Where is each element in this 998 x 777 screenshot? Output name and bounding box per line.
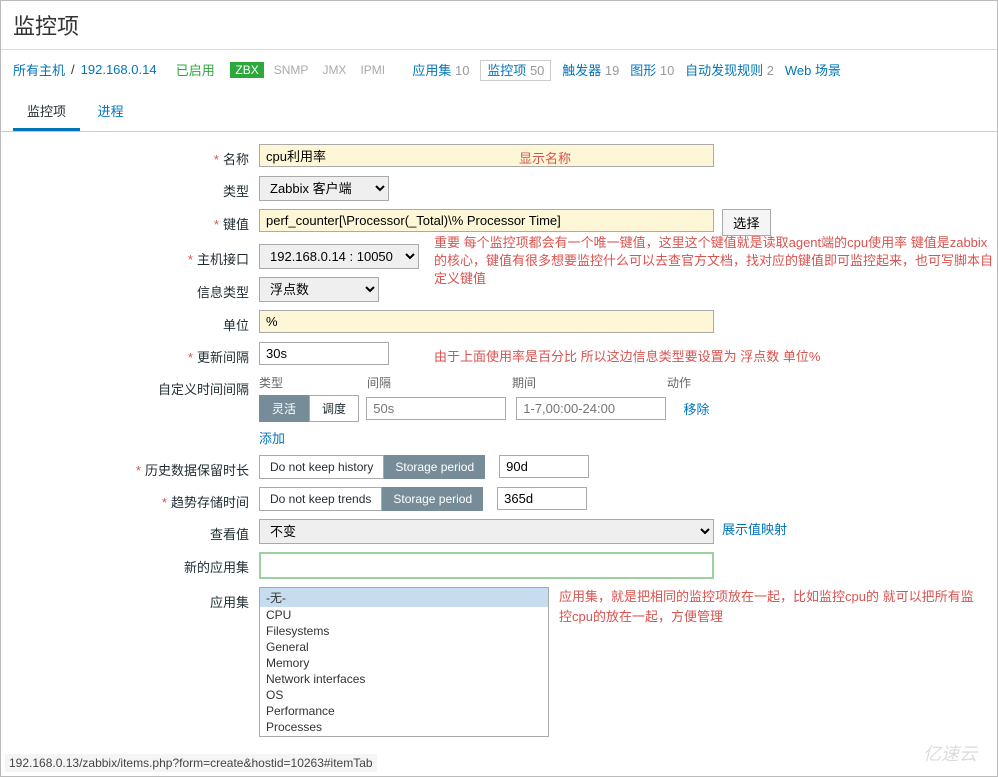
no-trends-button[interactable]: Do not keep trends (259, 487, 382, 511)
list-item[interactable]: Network interfaces (260, 671, 548, 687)
host-interface-select[interactable]: 192.168.0.14 : 10050 (259, 244, 419, 269)
trends-input[interactable] (497, 487, 587, 510)
units-input[interactable] (259, 310, 714, 333)
label-name: 名称 (223, 152, 249, 167)
label-info-type: 信息类型 (197, 285, 249, 300)
annotation-units: 由于上面使用率是百分比 所以这边信息类型要设置为 浮点数 单位% (434, 346, 820, 365)
tabs: 监控项 进程 (1, 93, 997, 132)
list-item[interactable]: -无- (260, 588, 548, 607)
ih-period: 期间 (512, 374, 667, 391)
interval-delay-input[interactable] (366, 397, 506, 420)
nav-triggers[interactable]: 触发器 19 (562, 63, 619, 78)
list-item[interactable]: General (260, 639, 548, 655)
label-key: 键值 (223, 217, 249, 232)
show-value-select[interactable]: 不变 (259, 519, 714, 544)
list-item[interactable]: Memory (260, 655, 548, 671)
list-item[interactable]: CPU (260, 607, 548, 623)
flex-button[interactable]: 灵活 (259, 395, 309, 422)
no-history-button[interactable]: Do not keep history (259, 455, 384, 479)
annotation-name: 显示名称 (519, 148, 571, 167)
select-button[interactable]: 选择 (722, 209, 771, 236)
history-input[interactable] (499, 455, 589, 478)
breadcrumb: 所有主机 / 192.168.0.14 已启用 ZBX SNMP JMX IPM… (1, 50, 997, 89)
ih-interval: 间隔 (367, 374, 512, 391)
watermark: 亿速云 (923, 740, 977, 766)
list-item[interactable]: OS (260, 687, 548, 703)
ih-action: 动作 (667, 374, 717, 391)
name-input[interactable] (259, 144, 714, 167)
nav-discovery[interactable]: 自动发现规则 2 (685, 63, 774, 78)
label-custom-intervals: 自定义时间间隔 (158, 382, 249, 397)
nav-web[interactable]: Web 场景 (785, 63, 841, 78)
storage-period-trends-button[interactable]: Storage period (382, 487, 483, 511)
label-host-interface: 主机接口 (197, 252, 249, 267)
label-new-app: 新的应用集 (184, 560, 249, 575)
label-trends: 趋势存储时间 (171, 495, 249, 510)
nav-graphs[interactable]: 图形 10 (630, 63, 674, 78)
remove-link[interactable]: 移除 (684, 399, 710, 418)
badge-ipmi: IPMI (356, 62, 389, 78)
info-type-select[interactable]: 浮点数 (259, 277, 379, 302)
interval-period-input[interactable] (516, 397, 666, 420)
list-item[interactable]: Performance (260, 703, 548, 719)
tab-process[interactable]: 进程 (84, 93, 138, 128)
apps-listbox[interactable]: -无-CPUFilesystemsGeneralMemoryNetwork in… (259, 587, 549, 737)
show-value-map-link[interactable]: 展示值映射 (722, 519, 787, 538)
badge-snmp: SNMP (270, 62, 313, 78)
type-select[interactable]: Zabbix 客户端 (259, 176, 389, 201)
label-apps: 应用集 (210, 595, 249, 610)
label-update-interval: 更新间隔 (197, 350, 249, 365)
update-interval-input[interactable] (259, 342, 389, 365)
ih-type: 类型 (259, 374, 367, 391)
breadcrumb-sep: / (71, 62, 75, 77)
add-link[interactable]: 添加 (259, 431, 285, 446)
breadcrumb-ip[interactable]: 192.168.0.14 (81, 62, 157, 77)
footer-url: 192.168.0.13/zabbix/items.php?form=creat… (5, 754, 377, 772)
label-show-value: 查看值 (210, 527, 249, 542)
list-item[interactable]: Security (260, 735, 548, 737)
badge-jmx: JMX (318, 62, 350, 78)
list-item[interactable]: Filesystems (260, 623, 548, 639)
storage-period-history-button[interactable]: Storage period (384, 455, 485, 479)
schedule-button[interactable]: 调度 (309, 395, 359, 422)
label-type: 类型 (223, 184, 249, 199)
nav-items[interactable]: 监控项 50 (480, 60, 551, 81)
list-item[interactable]: Processes (260, 719, 548, 735)
breadcrumb-all-hosts[interactable]: 所有主机 (13, 60, 65, 79)
nav-apps[interactable]: 应用集 10 (412, 63, 469, 78)
badge-enabled: 已启用 (176, 60, 215, 79)
label-units: 单位 (223, 318, 249, 333)
key-input[interactable] (259, 209, 714, 232)
label-history: 历史数据保留时长 (145, 463, 249, 478)
annotation-apps: 应用集，就是把相同的监控项放在一起，比如监控cpu的 就可以把所有监控cpu的放… (559, 587, 979, 626)
tab-item[interactable]: 监控项 (13, 93, 80, 131)
new-app-input[interactable] (259, 552, 714, 579)
badge-zbx[interactable]: ZBX (230, 62, 263, 78)
page-title: 监控项 (1, 1, 997, 50)
